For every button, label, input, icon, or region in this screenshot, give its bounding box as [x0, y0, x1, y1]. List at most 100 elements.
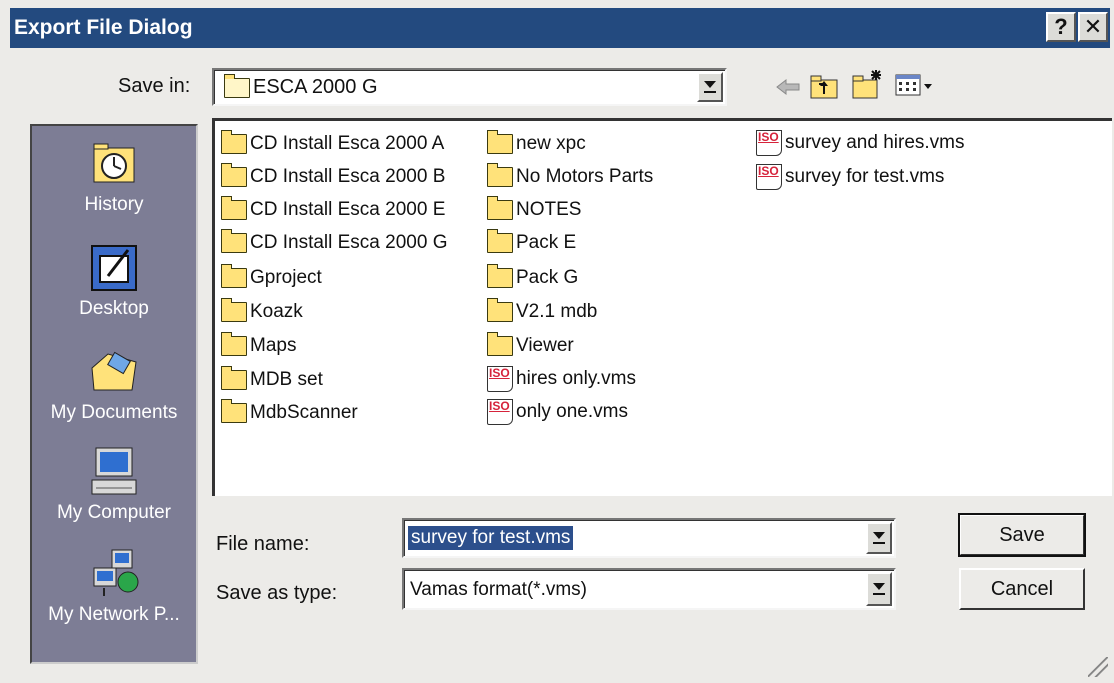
back-icon[interactable]: [775, 78, 801, 101]
folder-icon: [221, 229, 247, 253]
folder-icon: [487, 130, 513, 154]
view-menu-icon[interactable]: [895, 74, 935, 103]
file-label: CD Install Esca 2000 E: [250, 199, 446, 220]
file-label: CD Install Esca 2000 B: [250, 166, 446, 187]
vms-file-icon: ISO: [756, 164, 782, 190]
save-as-type-label: Save as type:: [216, 582, 338, 604]
place-desktop[interactable]: Desktop: [32, 242, 196, 320]
resize-grip[interactable]: [1088, 657, 1108, 677]
folder-icon: [487, 229, 513, 253]
vms-file-icon: ISO: [487, 366, 513, 392]
place-label: Desktop: [79, 298, 149, 319]
file-label: Koazk: [250, 301, 303, 322]
history-icon: [88, 138, 140, 190]
list-item[interactable]: new xpc: [487, 130, 586, 155]
file-label: CD Install Esca 2000 A: [250, 133, 445, 154]
vms-file-icon: ISO: [487, 399, 513, 425]
list-item[interactable]: ISO survey and hires.vms: [756, 130, 965, 156]
vms-file-icon-text: ISO: [489, 366, 510, 380]
list-item[interactable]: CD Install Esca 2000 E: [221, 196, 446, 221]
folder-icon: [487, 196, 513, 220]
new-folder-icon[interactable]: [850, 68, 884, 105]
list-item[interactable]: Maps: [221, 332, 297, 357]
folder-icon: [221, 264, 247, 288]
chevron-down-icon[interactable]: [866, 572, 892, 606]
help-button[interactable]: ?: [1046, 12, 1076, 42]
folder-icon: [221, 163, 247, 187]
place-label: My Network P...: [48, 604, 180, 625]
file-list[interactable]: CD Install Esca 2000 A CD Install Esca 2…: [212, 118, 1112, 496]
list-item[interactable]: Gproject: [221, 264, 322, 289]
save-as-type-value: Vamas format(*.vms): [410, 579, 588, 600]
folder-icon: [487, 298, 513, 322]
folder-icon: [487, 264, 513, 288]
folder-icon: [221, 366, 247, 390]
my-computer-icon: [88, 446, 140, 498]
chevron-down-icon[interactable]: [866, 522, 892, 554]
file-label: MdbScanner: [250, 402, 358, 423]
list-item[interactable]: CD Install Esca 2000 G: [221, 229, 448, 254]
file-label: only one.vms: [516, 401, 628, 422]
place-history[interactable]: History: [32, 138, 196, 216]
up-folder-icon[interactable]: [808, 72, 840, 105]
file-label: CD Install Esca 2000 G: [250, 232, 448, 253]
file-label: NOTES: [516, 199, 582, 220]
place-label: My Documents: [50, 402, 178, 423]
chevron-down-icon[interactable]: [697, 72, 723, 102]
list-item[interactable]: MdbScanner: [221, 399, 358, 424]
place-my-computer[interactable]: My Computer: [32, 446, 196, 524]
list-item[interactable]: CD Install Esca 2000 A: [221, 130, 445, 155]
place-network[interactable]: My Network P...: [32, 548, 196, 626]
file-name-value: survey for test.vms: [408, 526, 574, 550]
file-label: Maps: [250, 335, 297, 356]
file-label: Pack G: [516, 267, 579, 288]
file-label: MDB set: [250, 369, 323, 390]
list-item[interactable]: Pack E: [487, 229, 577, 254]
list-item[interactable]: Viewer: [487, 332, 574, 357]
file-label: hires only.vms: [516, 368, 637, 389]
list-item[interactable]: MDB set: [221, 366, 323, 391]
list-item[interactable]: CD Install Esca 2000 B: [221, 163, 446, 188]
folder-icon: [221, 399, 247, 423]
window-title: Export File Dialog: [14, 16, 193, 39]
file-label: No Motors Parts: [516, 166, 654, 187]
list-item[interactable]: ISO hires only.vms: [487, 366, 636, 392]
file-label: survey and hires.vms: [785, 132, 965, 153]
list-item[interactable]: ISO only one.vms: [487, 399, 628, 425]
places-bar: History Desktop My Documents My Computer…: [30, 124, 198, 664]
folder-icon: [221, 196, 247, 220]
save-as-type-select[interactable]: Vamas format(*.vms): [402, 568, 896, 610]
file-label: Gproject: [250, 267, 322, 288]
file-label: V2.1 mdb: [516, 301, 598, 322]
list-item[interactable]: V2.1 mdb: [487, 298, 598, 323]
save-in-combo[interactable]: ESCA 2000 G: [212, 68, 727, 106]
vms-file-icon: ISO: [756, 130, 782, 156]
my-documents-icon: [88, 346, 140, 398]
file-label: Pack E: [516, 232, 577, 253]
list-item[interactable]: ISO survey for test.vms: [756, 164, 944, 190]
list-item[interactable]: No Motors Parts: [487, 163, 654, 188]
place-my-documents[interactable]: My Documents: [32, 346, 196, 424]
place-label: My Computer: [56, 502, 172, 523]
folder-icon: [221, 332, 247, 356]
list-item[interactable]: Koazk: [221, 298, 303, 323]
vms-file-icon-text: ISO: [489, 399, 510, 413]
save-in-value: ESCA 2000 G: [253, 76, 378, 98]
open-folder-icon: [224, 73, 250, 98]
save-in-label: Save in:: [118, 75, 191, 97]
cancel-button[interactable]: Cancel: [959, 568, 1085, 610]
close-button[interactable]: ✕: [1078, 12, 1108, 42]
folder-icon: [487, 163, 513, 187]
list-item[interactable]: NOTES: [487, 196, 582, 221]
file-name-label: File name:: [216, 533, 310, 555]
save-button[interactable]: Save: [958, 513, 1086, 557]
list-item[interactable]: Pack G: [487, 264, 579, 289]
file-label: new xpc: [516, 133, 586, 154]
file-name-field[interactable]: survey for test.vms: [402, 518, 896, 558]
network-places-icon: [88, 548, 140, 600]
folder-icon: [487, 332, 513, 356]
folder-icon: [221, 130, 247, 154]
vms-file-icon-text: ISO: [758, 130, 779, 144]
file-label: survey for test.vms: [785, 166, 945, 187]
file-label: Viewer: [516, 335, 574, 356]
